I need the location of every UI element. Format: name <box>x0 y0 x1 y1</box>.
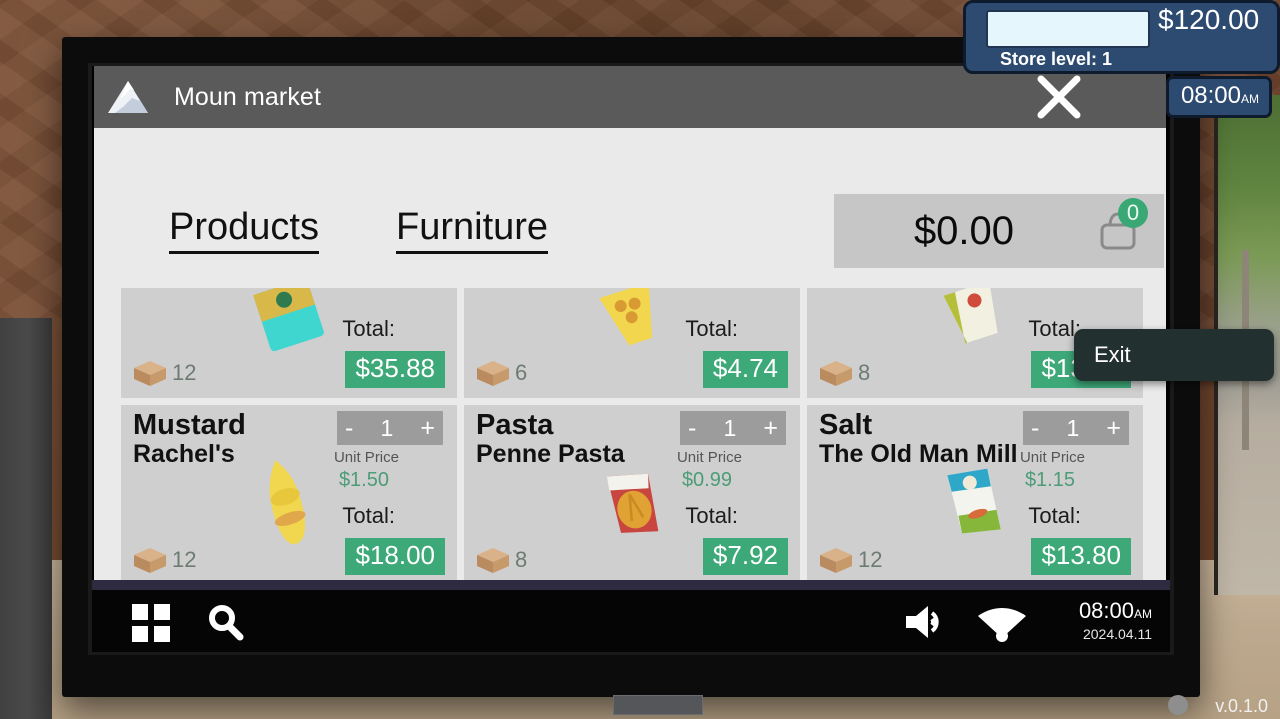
increment-button[interactable]: + <box>763 415 778 441</box>
quantity-value: 1 <box>723 414 737 441</box>
unit-price-value: $1.50 <box>338 469 389 491</box>
product-card-partial[interactable]: 12 Total: $35.88 <box>121 288 457 398</box>
exit-button[interactable]: Exit <box>1074 329 1274 381</box>
left-furniture <box>0 318 52 719</box>
wifi-icon[interactable] <box>976 604 1028 642</box>
taskbar-date: 2024.04.11 <box>1082 626 1152 642</box>
taskbar-clock: 08:00AM <box>1079 598 1152 624</box>
store-level-label: Store level: 1 <box>1000 49 1113 69</box>
total-label: Total: <box>1028 503 1081 528</box>
hud-clock-time: 08:00 <box>1180 82 1241 109</box>
box-icon <box>820 361 852 386</box>
total-value: $35.88 <box>345 351 445 388</box>
total-value: $7.92 <box>702 538 788 575</box>
cart-total: $0.00 <box>913 208 1015 253</box>
stock-count: 12 <box>858 547 883 572</box>
product-image <box>269 460 306 545</box>
product-grid: 12 Total: $35.88 6 Total: $4.74 8 Total:… <box>121 288 1143 585</box>
unit-price-value: $1.15 <box>1024 469 1075 491</box>
taskbar: 08:00AM 2024.04.11 <box>92 590 1170 652</box>
unit-price-label: Unit Price <box>333 449 399 466</box>
app-titlebar: Moun market <box>94 66 1166 132</box>
stock-count: 8 <box>858 360 871 385</box>
box-icon <box>477 548 509 573</box>
stock-count: 8 <box>515 547 528 572</box>
total-label: Total: <box>685 316 738 341</box>
total-value: $4.74 <box>702 351 788 388</box>
stock-indicator: 12 <box>131 358 196 388</box>
stock-indicator: 6 <box>474 358 527 388</box>
close-icon[interactable] <box>1036 74 1082 120</box>
hud-clock-ampm: AM <box>1241 92 1259 106</box>
mountain-icon <box>108 81 148 113</box>
tab-products[interactable]: Products <box>169 206 319 254</box>
volume-icon[interactable] <box>904 604 948 640</box>
stock-indicator: 8 <box>474 545 527 575</box>
product-image <box>943 288 998 344</box>
version-dot-icon <box>1168 695 1188 715</box>
decrement-button[interactable]: - <box>688 415 696 441</box>
stock-count: 6 <box>515 360 528 385</box>
taskbar-ampm: AM <box>1134 607 1152 621</box>
product-name: Salt <box>819 409 873 441</box>
windows-grid-icon[interactable] <box>132 604 170 642</box>
game-scene: Moun market Products Furniture $0.00 0 1… <box>0 0 1280 719</box>
product-card-salt[interactable]: Salt The Old Man Mill - 1 + Unit Price $… <box>807 405 1143 585</box>
box-icon <box>820 548 852 573</box>
tabs-and-cart-row: Products Furniture $0.00 0 <box>94 188 1166 284</box>
product-grid-scroll-area[interactable]: 12 Total: $35.88 6 Total: $4.74 8 Total:… <box>121 288 1143 603</box>
quantity-value: 1 <box>380 414 394 441</box>
store-level-progress-bar <box>986 10 1150 48</box>
increment-button[interactable]: + <box>1106 415 1121 441</box>
box-icon <box>477 361 509 386</box>
total-label: Total: <box>342 316 395 341</box>
stock-count: 12 <box>172 547 197 572</box>
box-icon <box>134 361 166 386</box>
cart-badge: 0 <box>1118 198 1148 228</box>
monitor-bezel: Moun market Products Furniture $0.00 0 1… <box>62 37 1200 715</box>
stock-indicator: 12 <box>817 545 882 575</box>
quantity-value: 1 <box>1066 414 1080 441</box>
total-label: Total: <box>685 503 738 528</box>
product-name: Mustard <box>133 409 246 441</box>
increment-button[interactable]: + <box>420 415 435 441</box>
total-value: $18.00 <box>345 538 445 575</box>
money-value: $120.00 <box>1158 4 1260 35</box>
hud-panel: Store level: 1 $120.00 <box>963 0 1280 74</box>
taskbar-time: 08:00 <box>1078 598 1134 623</box>
unit-price-label: Unit Price <box>1019 449 1085 466</box>
quantity-stepper[interactable]: - 1 + <box>1023 411 1129 445</box>
total-value: $13.80 <box>1031 538 1131 575</box>
decrement-button[interactable]: - <box>345 415 353 441</box>
stock-count: 12 <box>172 360 197 385</box>
product-card-partial[interactable]: 6 Total: $4.74 <box>464 288 800 398</box>
tab-furniture[interactable]: Furniture <box>396 206 549 254</box>
hud-clock: 08:00AM <box>1165 76 1272 118</box>
taskbar-accent-strip <box>92 580 1170 590</box>
quantity-stepper[interactable]: - 1 + <box>680 411 786 445</box>
product-brand: Rachel's <box>133 440 235 468</box>
box-icon <box>134 548 166 573</box>
unit-price-value: $0.99 <box>681 469 732 491</box>
unit-price-label: Unit Price <box>676 449 742 466</box>
product-card-pasta[interactable]: Pasta Penne Pasta - 1 + Unit Price $0.99 <box>464 405 800 585</box>
search-icon[interactable] <box>205 602 245 642</box>
product-image <box>253 288 324 352</box>
total-label: Total: <box>342 503 395 528</box>
product-card-mustard[interactable]: Mustard Rachel's - 1 + Unit Price $1.50 <box>121 405 457 585</box>
product-name: Pasta <box>476 409 554 441</box>
market-app-window: Moun market Products Furniture $0.00 0 1… <box>94 66 1166 620</box>
quantity-stepper[interactable]: - 1 + <box>337 411 443 445</box>
app-title: Moun market <box>174 82 321 111</box>
decrement-button[interactable]: - <box>1031 415 1039 441</box>
product-image <box>599 288 653 346</box>
monitor-screen: Moun market Products Furniture $0.00 0 1… <box>92 66 1170 652</box>
stock-indicator: 8 <box>817 358 870 388</box>
cart-summary[interactable]: $0.00 0 <box>834 194 1164 268</box>
version-label: v.0.1.0 <box>1215 696 1268 716</box>
monitor-foot <box>613 695 703 715</box>
stock-indicator: 12 <box>131 545 196 575</box>
app-body: Products Furniture $0.00 0 12 Total: $35… <box>94 128 1166 620</box>
